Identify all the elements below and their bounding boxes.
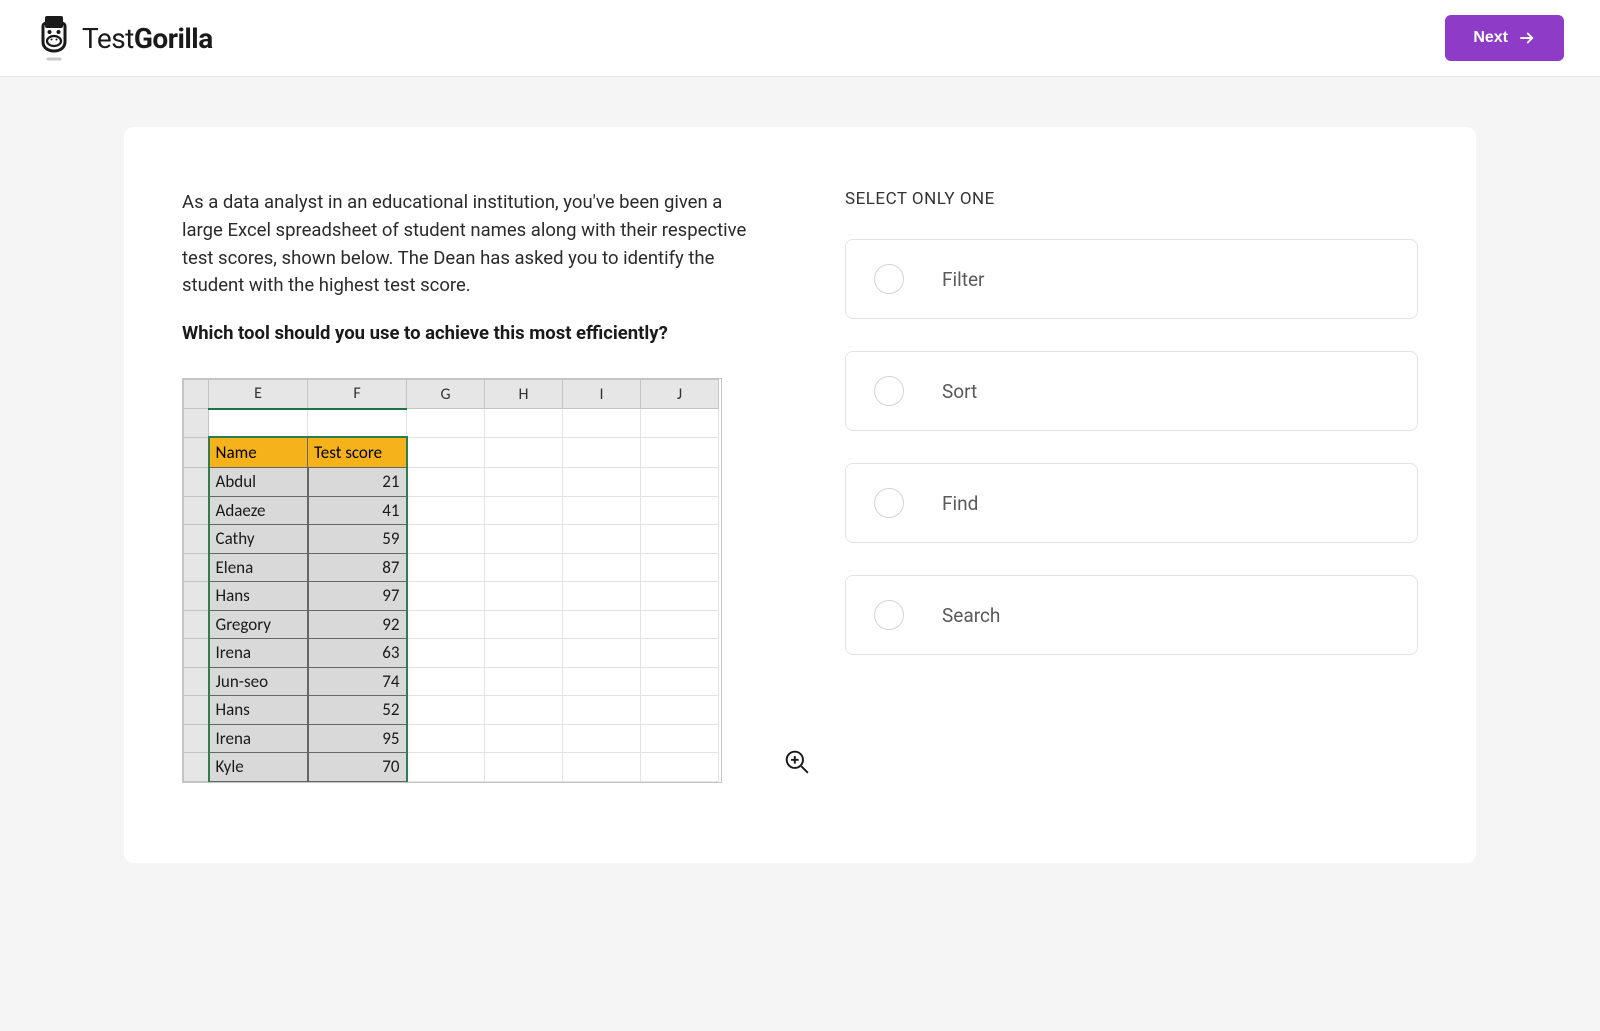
app-header: TestGorilla Next (0, 0, 1600, 77)
cell-name: Gregory (209, 610, 308, 639)
cell-score: 87 (308, 553, 407, 582)
table-row: Irena95 (184, 724, 719, 753)
table-row: Hans52 (184, 696, 719, 725)
brand-word-2: Gorilla (134, 22, 213, 55)
cell-name: Hans (209, 696, 308, 725)
col-header-E: E (209, 380, 308, 409)
cell-score: 63 (308, 639, 407, 668)
radio-icon (874, 488, 904, 518)
answer-option-label: Search (942, 604, 1000, 627)
table-row: Irena63 (184, 639, 719, 668)
next-button[interactable]: Next (1445, 15, 1564, 61)
col-header-G: G (407, 380, 485, 409)
answer-option[interactable]: Search (845, 575, 1418, 655)
excel-table: E F G H I J Name Test score Abdul21A (182, 378, 722, 783)
cell-name: Hans (209, 582, 308, 611)
radio-icon (874, 600, 904, 630)
excel-column-headers: E F G H I J (184, 380, 719, 409)
col-header-F: F (308, 380, 407, 409)
col-header-J: J (641, 380, 719, 409)
cell-score: 74 (308, 667, 407, 696)
next-button-label: Next (1473, 29, 1508, 47)
cell-score: 92 (308, 610, 407, 639)
radio-icon (874, 376, 904, 406)
table-row: Jun-seo74 (184, 667, 719, 696)
cell-name: Elena (209, 553, 308, 582)
cell-name: Cathy (209, 525, 308, 554)
cell-name: Irena (209, 639, 308, 668)
cell-score: 59 (308, 525, 407, 554)
brand-logo: TestGorilla (36, 14, 213, 62)
radio-icon (874, 264, 904, 294)
header-score: Test score (308, 437, 407, 468)
question-prompt: Which tool should you use to achieve thi… (182, 322, 755, 344)
cell-name: Irena (209, 724, 308, 753)
table-header-row: Name Test score (184, 437, 719, 468)
cell-name: Jun-seo (209, 667, 308, 696)
answer-option[interactable]: Filter (845, 239, 1418, 319)
col-header-H: H (485, 380, 563, 409)
cell-score: 95 (308, 724, 407, 753)
table-row: Kyle70 (184, 753, 719, 782)
table-row: Hans97 (184, 582, 719, 611)
cell-score: 52 (308, 696, 407, 725)
answer-option[interactable]: Sort (845, 351, 1418, 431)
cell-score: 70 (308, 753, 407, 782)
brand-name: TestGorilla (82, 22, 213, 55)
table-row: Abdul21 (184, 468, 719, 497)
spreadsheet-image: E F G H I J Name Test score Abdul21A (182, 378, 722, 783)
answer-option[interactable]: Find (845, 463, 1418, 543)
header-name: Name (209, 437, 308, 468)
answer-option-label: Sort (942, 380, 977, 403)
answer-option-label: Find (942, 492, 978, 515)
answer-option-label: Filter (942, 268, 984, 291)
table-row: Gregory92 (184, 610, 719, 639)
table-row: Adaeze41 (184, 496, 719, 525)
answers-column: SELECT ONLY ONE Filter Sort Find Search (845, 189, 1418, 783)
brand-word-1: Test (82, 22, 134, 55)
cell-score: 21 (308, 468, 407, 497)
cell-name: Adaeze (209, 496, 308, 525)
cell-score: 97 (308, 582, 407, 611)
table-row: Cathy59 (184, 525, 719, 554)
cell-name: Abdul (209, 468, 308, 497)
arrow-right-icon (1518, 29, 1536, 47)
cell-score: 41 (308, 496, 407, 525)
zoom-in-icon[interactable] (784, 749, 810, 779)
table-row: Elena87 (184, 553, 719, 582)
cell-name: Kyle (209, 753, 308, 782)
col-header-I: I (563, 380, 641, 409)
gorilla-icon (36, 14, 72, 62)
question-card: As a data analyst in an educational inst… (124, 127, 1476, 863)
question-body: As a data analyst in an educational inst… (182, 189, 755, 300)
question-column: As a data analyst in an educational inst… (182, 189, 755, 783)
answers-instruction: SELECT ONLY ONE (845, 189, 1418, 209)
